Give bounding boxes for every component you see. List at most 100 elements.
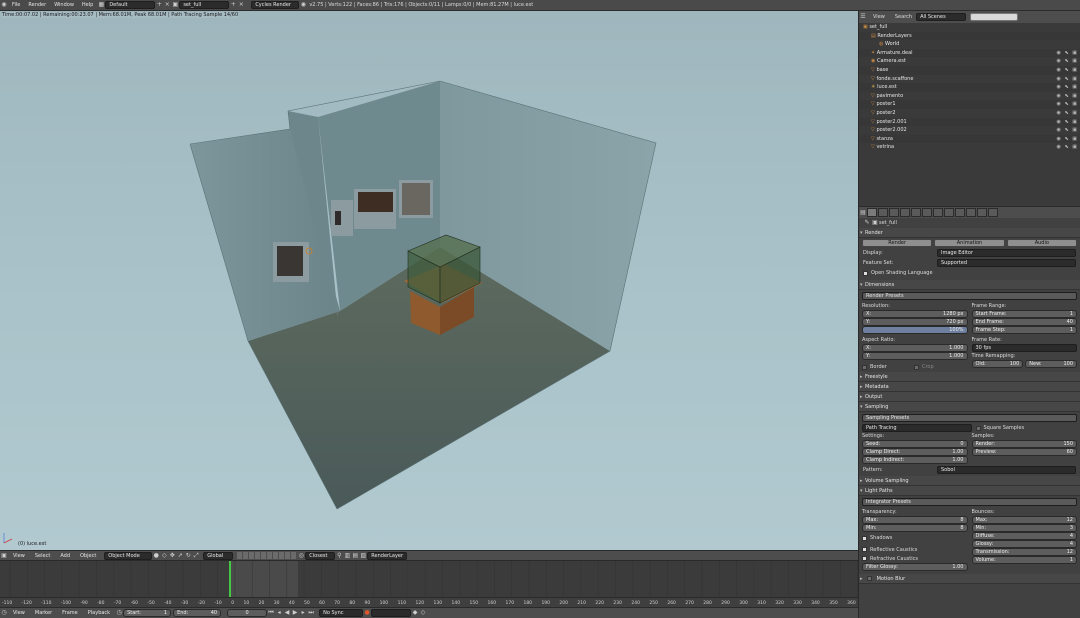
timeline-editor-icon[interactable]: ◷ xyxy=(0,609,8,617)
outliner-display-mode[interactable]: All Scenes xyxy=(916,13,967,21)
render-button[interactable]: Render xyxy=(862,239,933,247)
refractive-caustics-checkbox[interactable] xyxy=(862,556,867,561)
shadows-checkbox[interactable] xyxy=(862,535,867,541)
pattern-select[interactable]: Sobol xyxy=(937,466,1076,474)
render-presets-menu[interactable]: Render Presets xyxy=(862,292,1077,300)
sync-mode-select[interactable]: No Sync xyxy=(319,609,364,617)
tab-constraints-icon[interactable] xyxy=(922,208,932,217)
square-samples-checkbox[interactable] xyxy=(975,425,981,431)
outliner-item[interactable]: ▽ stanza ◉ ⬉ ▣ xyxy=(859,134,1080,144)
motion-blur-checkbox[interactable] xyxy=(867,576,872,581)
menu-playback[interactable]: Playback xyxy=(83,608,115,618)
aspect-x-field[interactable]: X: 1.000 xyxy=(862,344,968,352)
manipulator-icon[interactable]: ✥ xyxy=(168,552,176,560)
end-frame-field[interactable]: End: 40 xyxy=(173,609,222,617)
viewport-shading-icon[interactable]: ● xyxy=(152,552,160,560)
filter-glossy-field[interactable]: Filter Glossy: 1.00 xyxy=(862,563,968,571)
tab-material-icon[interactable] xyxy=(955,208,965,217)
tab-texture-icon[interactable] xyxy=(966,208,976,217)
proportional-edit-icon[interactable]: ◎ xyxy=(297,552,305,560)
start-frame-field[interactable]: Start: 1 xyxy=(123,609,172,617)
frame-ruler[interactable]: -110 -120 -110 -100 -90 -80 -70 -60 -50 -40 -30 -20… xyxy=(0,597,858,607)
menu-file[interactable]: File xyxy=(8,0,24,11)
start-frame-prop[interactable]: Start Frame: 1 xyxy=(971,310,1077,318)
outliner-item[interactable]: ▽ poster2 ◉ ⬉ ▣ xyxy=(859,109,1080,118)
integrator-presets-menu[interactable]: Integrator Presets xyxy=(862,498,1077,506)
visibility-toggle-icon[interactable]: ◉ ⬉ ▣ xyxy=(1057,135,1078,144)
panel-output[interactable]: Output xyxy=(859,392,1080,402)
pivot-point-icon[interactable]: ◇ xyxy=(160,552,168,560)
outliner-editor-icon[interactable]: ☰ xyxy=(859,13,867,21)
bounces-max-field[interactable]: Max: 12 xyxy=(971,516,1077,524)
menu-window[interactable]: Window xyxy=(50,0,78,11)
audio-button[interactable]: Audio xyxy=(1006,239,1077,247)
pin-icon[interactable]: ✎ xyxy=(863,219,871,227)
display-select[interactable]: Image Editor xyxy=(937,249,1076,257)
panel-freestyle[interactable]: Freestyle xyxy=(859,372,1080,382)
tab-world-icon[interactable] xyxy=(900,208,910,217)
panel-light-paths[interactable]: Light Paths xyxy=(859,486,1080,496)
tab-scene-icon[interactable] xyxy=(889,208,899,217)
close-layout-icon[interactable]: × xyxy=(163,1,171,9)
outliner-item[interactable]: ▽ poster2.002 ◉ ⬉ ▣ xyxy=(859,126,1080,135)
time-new-field[interactable]: New: 100 xyxy=(1025,360,1077,368)
tab-object-icon[interactable] xyxy=(911,208,921,217)
outliner-item[interactable]: ▽ pavimento ◉ ⬉ ▣ xyxy=(859,92,1080,101)
outliner-item[interactable]: ▽ vetrina ◉ ⬉ ▣ xyxy=(859,143,1080,152)
scene-field[interactable]: set_full xyxy=(179,1,230,9)
panel-sampling[interactable]: Sampling xyxy=(859,402,1080,412)
next-key-icon[interactable]: ▸ xyxy=(299,609,307,617)
outliner-view-menu[interactable]: View xyxy=(867,11,891,23)
render-engine-select[interactable]: Cycles Render xyxy=(251,1,300,9)
screen-layout-field[interactable]: Default xyxy=(105,1,156,9)
panel-dimensions[interactable]: Dimensions xyxy=(859,280,1080,290)
resolution-x-field[interactable]: X: 1280 px xyxy=(862,310,968,318)
close-scene-icon[interactable]: × xyxy=(237,1,245,9)
add-layout-icon[interactable]: + xyxy=(155,1,163,9)
visibility-toggle-icon[interactable]: ◉ ⬉ ▣ xyxy=(1057,109,1078,118)
scale-icon[interactable]: ⤢ xyxy=(192,552,200,560)
blender-logo-icon[interactable]: ◉ xyxy=(0,1,8,9)
panel-motion-blur[interactable]: Motion Blur xyxy=(859,574,1080,584)
glossy-bounces-field[interactable]: Glossy: 4 xyxy=(971,540,1077,548)
play-reverse-icon[interactable]: ◀ xyxy=(283,609,291,617)
tab-physics-icon[interactable] xyxy=(988,208,998,217)
record-icon[interactable]: ● xyxy=(363,609,371,617)
proportional-falloff-select[interactable]: Closest xyxy=(305,551,336,560)
prev-key-icon[interactable]: ◂ xyxy=(275,609,283,617)
outliner-search-menu[interactable]: Search xyxy=(891,11,916,23)
outliner-item[interactable]: ▣ set_full xyxy=(859,23,1080,32)
frame-step-prop[interactable]: Frame Step: 1 xyxy=(971,326,1077,334)
outliner-item[interactable]: ▽ poster1 ◉ ⬉ ▣ xyxy=(859,100,1080,109)
menu-render[interactable]: Render xyxy=(24,0,50,11)
translate-icon[interactable]: ➚ xyxy=(176,552,184,560)
outliner-item[interactable]: ☀ luce.est ◉ ⬉ ▣ xyxy=(859,83,1080,92)
volume-bounces-field[interactable]: Volume: 1 xyxy=(971,556,1077,564)
tab-data-icon[interactable] xyxy=(944,208,954,217)
add-scene-icon[interactable]: + xyxy=(229,1,237,9)
menu-frame[interactable]: Frame xyxy=(57,608,83,618)
snap-icon[interactable]: ⚲ xyxy=(335,552,343,560)
menu-help[interactable]: Help xyxy=(78,0,97,11)
panel-metadata[interactable]: Metadata xyxy=(859,382,1080,392)
frame-rate-select[interactable]: 30 fps xyxy=(971,344,1077,352)
tab-particles-icon[interactable] xyxy=(977,208,987,217)
outliner-item[interactable]: ▽ fonde.scaffone ◉ ⬉ ▣ xyxy=(859,75,1080,84)
aspect-y-field[interactable]: Y: 1.000 xyxy=(862,352,968,360)
panel-render[interactable]: Render xyxy=(859,228,1080,238)
visibility-toggle-icon[interactable]: ◉ ⬉ ▣ xyxy=(1057,75,1078,84)
end-frame-prop[interactable]: End Frame: 40 xyxy=(971,318,1077,326)
editor-type-icon[interactable]: ▣ xyxy=(0,552,8,560)
outliner-item[interactable]: ✶ Armature.deal ◉ ⬉ ▣ xyxy=(859,48,1080,58)
visibility-toggle-icon[interactable]: ◉ ⬉ ▣ xyxy=(1057,83,1078,92)
outliner-item[interactable]: ▽ base ◉ ⬉ ▣ xyxy=(859,65,1080,75)
3d-viewport[interactable]: Time:00:07.02 | Remaining:00:23.07 | Mem… xyxy=(0,11,858,550)
tab-render-icon[interactable] xyxy=(867,208,877,217)
reflective-caustics-checkbox[interactable] xyxy=(862,547,867,552)
clamp-direct-field[interactable]: Clamp Direct: 1.00 xyxy=(862,448,968,456)
rotate-icon[interactable]: ↻ xyxy=(184,552,192,560)
resolution-percent-field[interactable]: 100% xyxy=(862,326,968,334)
visibility-toggle-icon[interactable]: ◉ ⬉ ▣ xyxy=(1057,100,1078,109)
outliner-item[interactable]: ▤ RenderLayers xyxy=(859,31,1080,41)
visibility-toggle-icon[interactable]: ◉ ⬉ ▣ xyxy=(1057,126,1078,135)
